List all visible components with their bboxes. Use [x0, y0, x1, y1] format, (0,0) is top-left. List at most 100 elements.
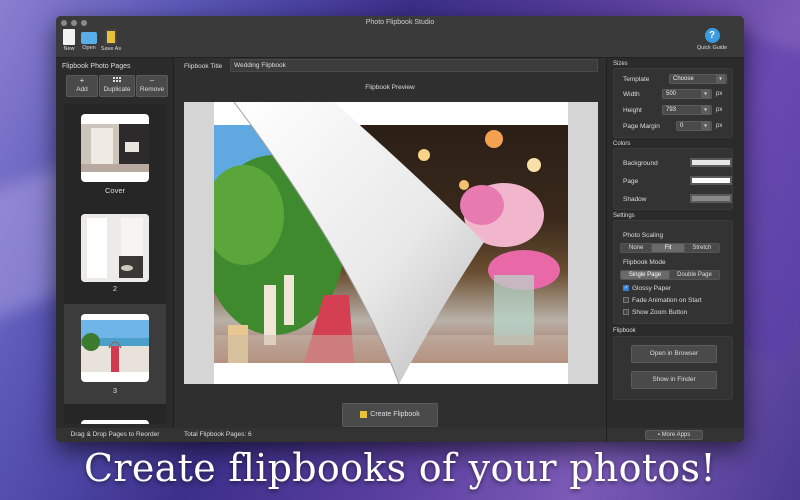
settings-section-title: Settings: [613, 213, 635, 219]
flipbook-title-label: Flipbook Title: [184, 63, 223, 70]
chevron-down-icon: ▾: [716, 75, 725, 83]
double-page-option[interactable]: Double Page: [670, 271, 719, 279]
page-thumbnail-image: [81, 214, 149, 282]
duplicate-label: Duplicate: [103, 86, 131, 93]
save-disk-icon: [105, 29, 117, 45]
height-unit: px: [716, 107, 723, 113]
height-label: Height: [623, 107, 642, 114]
save-as-button[interactable]: Save As: [100, 29, 122, 57]
fade-animation-label: Fade Animation on Start: [632, 297, 702, 304]
scaling-none-option[interactable]: None: [621, 244, 653, 252]
colors-group: Background Page Shadow: [613, 148, 733, 210]
remove-label: Remove: [139, 86, 165, 93]
page-thumbnail-image: [81, 314, 149, 382]
remove-page-button[interactable]: − Remove: [136, 75, 168, 97]
help-icon: ?: [704, 28, 720, 43]
sizes-group: Template Choose ▾ Width 500 ▾ px Height 79…: [613, 68, 733, 138]
width-unit: px: [716, 91, 723, 97]
total-pages-label: Total Flipbook Pages:: [184, 431, 247, 438]
duplicate-page-button[interactable]: Duplicate: [99, 75, 135, 97]
apps-icon: ▪: [657, 432, 660, 438]
more-apps-label: More Apps: [661, 432, 691, 438]
open-button[interactable]: Open: [78, 29, 100, 57]
template-select[interactable]: Choose ▾: [669, 74, 727, 84]
quick-guide-button[interactable]: ? Quick Guide: [692, 28, 732, 51]
glossy-paper-label: Glossy Paper: [632, 285, 672, 292]
width-field[interactable]: 500 ▾: [662, 89, 712, 99]
pages-panel-title: Flipbook Photo Pages: [62, 63, 131, 70]
page-color-well[interactable]: [690, 176, 732, 185]
margin-unit: px: [716, 123, 723, 129]
page-color-label: Page: [623, 178, 639, 185]
checkbox-icon: [623, 309, 629, 316]
template-label: Template: [623, 76, 650, 83]
flipbook-mode-control[interactable]: Single Page Double Page: [620, 270, 720, 280]
page-margin-label: Page Margin: [623, 123, 660, 130]
background-color-label: Background: [623, 160, 658, 167]
open-in-browser-button[interactable]: Open in Browser: [631, 345, 717, 363]
height-value: 793: [666, 107, 677, 113]
reorder-hint: Drag & Drop Pages to Reorder: [56, 428, 174, 442]
scaling-fit-option[interactable]: Fit: [652, 244, 685, 252]
page-thumbnail[interactable]: [64, 404, 166, 424]
page-thumbnail[interactable]: Cover: [64, 104, 166, 195]
checkbox-icon: [623, 297, 629, 304]
quick-guide-label: Quick Guide: [696, 45, 728, 51]
options-panel: Sizes Template Choose ▾ Width 500 ▾ px Hei…: [606, 58, 744, 442]
new-document-icon: [63, 29, 75, 45]
grid-icon: [100, 76, 134, 86]
page-margin-value: 0: [680, 123, 684, 129]
window-title: Photo Flipbook Studio: [365, 19, 435, 26]
glossy-paper-checkbox[interactable]: ✓ Glossy Paper: [623, 285, 671, 292]
pages-panel: Flipbook Photo Pages + Add Duplicate − R…: [56, 58, 174, 442]
single-page-option[interactable]: Single Page: [621, 271, 671, 279]
show-in-finder-button[interactable]: Show in Finder: [631, 371, 717, 389]
title-bar: Photo Flipbook Studio New Open Save As ?…: [56, 16, 744, 58]
more-apps-button[interactable]: ▪ More Apps: [645, 430, 703, 440]
folder-icon: [81, 32, 97, 44]
page-margin-field[interactable]: 0 ▾: [676, 121, 712, 131]
plus-icon: +: [79, 76, 85, 85]
photo-scaling-control[interactable]: None Fit Stretch: [620, 243, 720, 253]
chevron-down-icon: ▾: [701, 90, 710, 98]
checkmark-icon: ✓: [623, 285, 629, 292]
sizes-section-title: Sizes: [613, 61, 628, 67]
flipbook-preview[interactable]: [184, 102, 598, 384]
page-thumbnail-selected[interactable]: 3: [64, 304, 166, 404]
fade-animation-checkbox[interactable]: Fade Animation on Start: [623, 297, 702, 304]
colors-section-title: Colors: [613, 141, 631, 147]
chevron-down-icon: ▾: [701, 106, 710, 114]
create-flipbook-label: Create Flipbook: [370, 411, 420, 418]
page-curl: [233, 102, 484, 384]
promo-tagline: Create flipbooks of your photos!: [84, 446, 716, 490]
flipbook-section-title: Flipbook: [613, 328, 636, 334]
open-label: Open: [82, 45, 96, 51]
page-thumbnail-image: [81, 114, 149, 182]
page-thumbnail[interactable]: 2: [64, 204, 166, 293]
scaling-stretch-option[interactable]: Stretch: [684, 244, 719, 252]
width-value: 500: [666, 91, 677, 97]
status-bar: Total Flipbook Pages: 6: [174, 428, 606, 442]
preview-panel: Flipbook Title Wedding Flipbook Flipbook…: [174, 58, 606, 442]
save-as-label: Save As: [100, 46, 122, 52]
create-flipbook-button[interactable]: Create Flipbook: [342, 403, 438, 427]
template-value: Choose: [673, 76, 694, 82]
minus-icon: −: [149, 76, 155, 85]
flipbook-title-field[interactable]: Wedding Flipbook: [230, 59, 598, 72]
photo-scaling-label: Photo Scaling: [623, 232, 664, 239]
background-color-well[interactable]: [690, 158, 732, 167]
add-label: Add: [76, 86, 88, 93]
page-caption: Cover: [104, 186, 125, 195]
shadow-color-well[interactable]: [690, 194, 732, 203]
flipbook-group: Open in Browser Show in Finder: [613, 336, 733, 400]
chevron-down-icon: ▾: [701, 122, 710, 130]
page-thumbnail-list[interactable]: Cover 2 3: [64, 104, 166, 424]
shadow-color-label: Shadow: [623, 196, 647, 203]
zoom-button-checkbox[interactable]: Show Zoom Button: [623, 309, 687, 316]
new-label: New: [63, 46, 75, 52]
add-page-button[interactable]: + Add: [66, 75, 98, 97]
height-field[interactable]: 793 ▾: [662, 105, 712, 115]
page-thumbnail-image: [81, 420, 149, 424]
new-button[interactable]: New: [58, 29, 80, 57]
page-caption: 2: [112, 284, 118, 293]
